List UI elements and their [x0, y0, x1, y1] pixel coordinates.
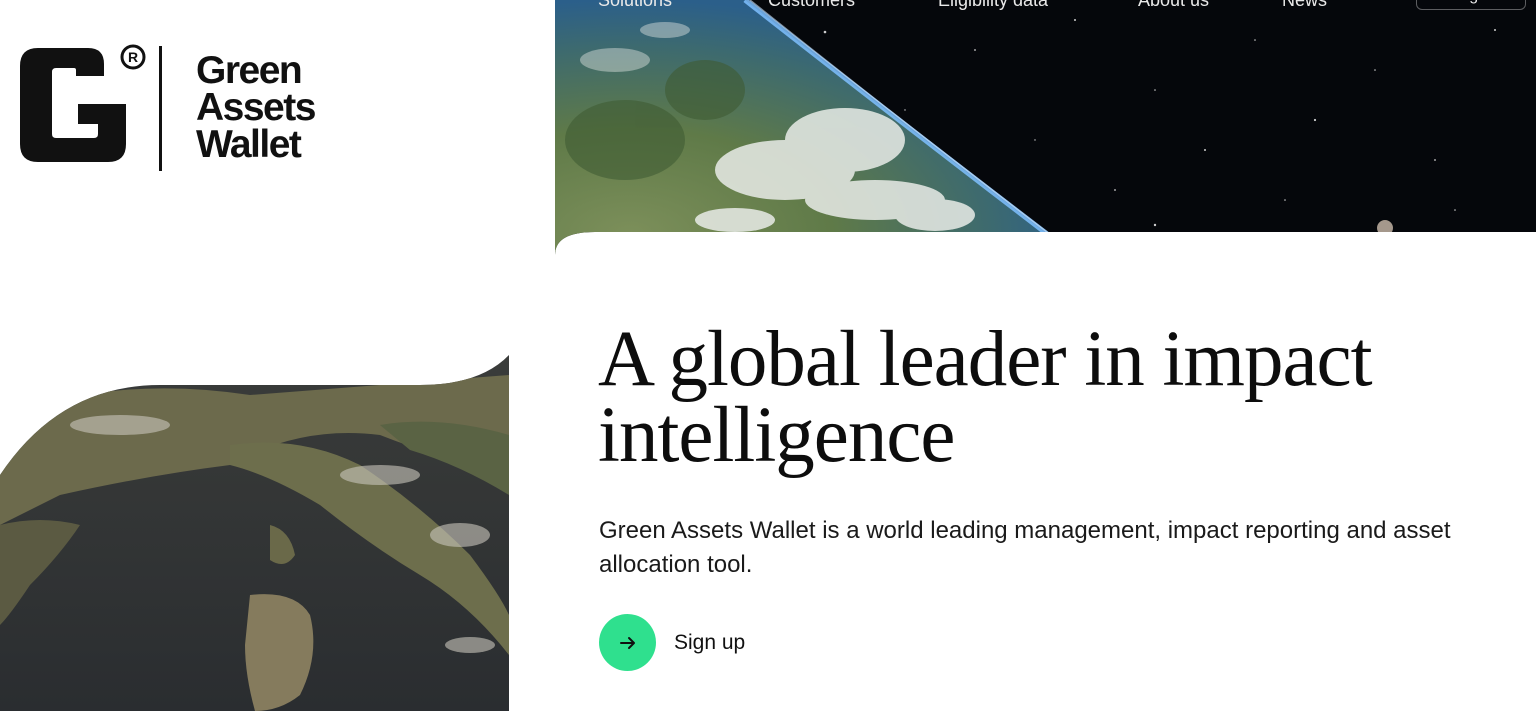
hero-description: Green Assets Wallet is a world leading m… [599, 517, 1451, 578]
brand-mark-icon: R [20, 44, 146, 162]
hero-image-earth-horizon [555, 0, 1536, 255]
arrow-right-icon [619, 636, 635, 649]
brand-name-line-3: Wallet [196, 123, 302, 166]
hero-image-earth-italy [0, 355, 509, 711]
signup-button[interactable] [599, 614, 656, 671]
nav-item-about-us[interactable]: About us [1138, 0, 1209, 12]
nav-item-solutions[interactable]: Solutions [598, 0, 672, 12]
hero-headline-line-1: A global leader in impact [598, 316, 1373, 403]
nav-item-customers[interactable]: Customers [768, 0, 855, 12]
top-navigation: Solutions Customers Eligibility data Abo… [598, 0, 1536, 12]
login-button[interactable]: Login [1416, 0, 1526, 10]
nav-item-news[interactable]: News [1282, 0, 1327, 12]
brand-name-line-1: Green [196, 49, 303, 92]
hero-headline-line-2: intelligence [598, 392, 955, 479]
brand-wordmark: Green Assets Wallet [196, 49, 316, 166]
hero-headline: A global leader in impact intelligence [598, 320, 1498, 475]
svg-text:R: R [128, 49, 138, 65]
nav-item-eligibility-data[interactable]: Eligibility data [938, 0, 1048, 12]
logo-divider [159, 46, 162, 171]
brand-logo[interactable]: R Green Assets Wallet [18, 44, 328, 174]
signup-label[interactable]: Sign up [674, 631, 745, 655]
page: Solutions Customers Eligibility data Abo… [0, 0, 1536, 711]
signup-cta[interactable]: Sign up [599, 614, 745, 671]
brand-name-line-2: Assets [196, 86, 316, 129]
